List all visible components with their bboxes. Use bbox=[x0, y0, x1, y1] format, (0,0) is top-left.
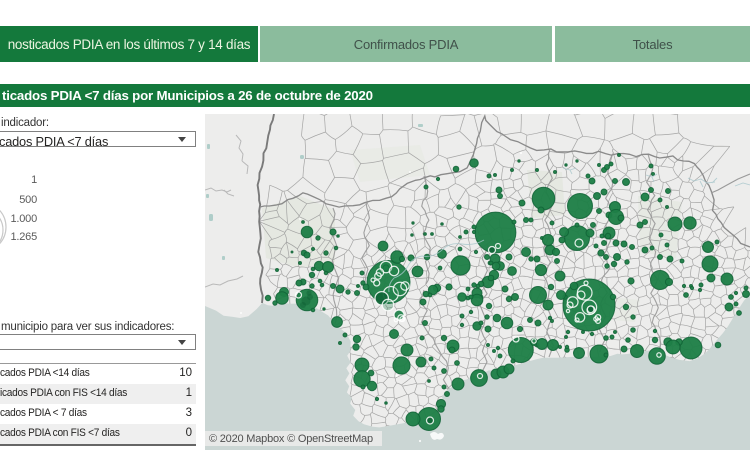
svg-text:© 2020 Mapbox © OpenStreetMap: © 2020 Mapbox © OpenStreetMap bbox=[209, 433, 373, 445]
